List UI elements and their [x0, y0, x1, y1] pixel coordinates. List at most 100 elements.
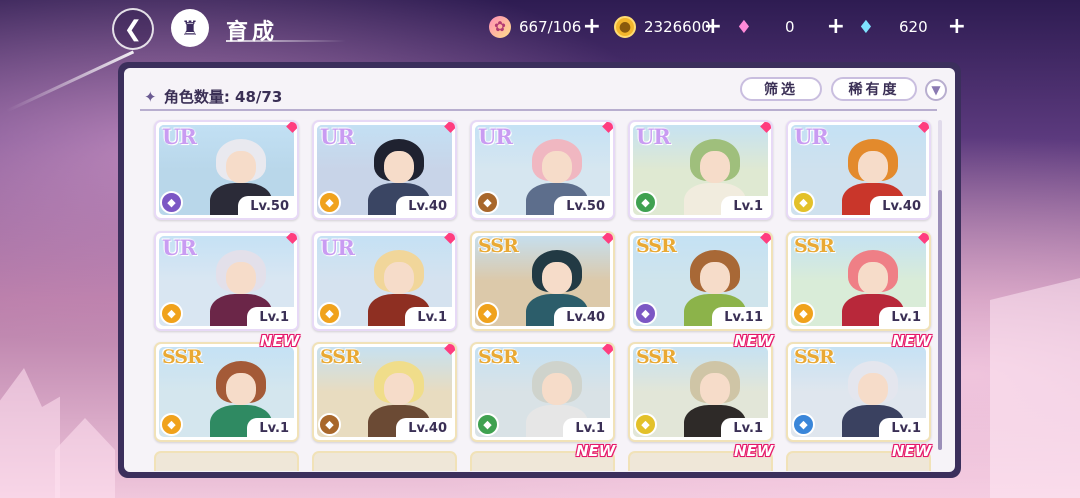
character-card[interactable]: SSR ◆ Lv.1 [470, 342, 615, 442]
attribute-icon: ◆ [160, 191, 183, 214]
diamond-counter: ♦ 620 + [855, 16, 966, 38]
candy-counter: ✿ 667/106 + [489, 16, 601, 38]
character-card[interactable]: UR ◆ Lv.50 [470, 120, 615, 220]
character-face [700, 262, 731, 294]
add-diamond-button[interactable]: + [948, 16, 966, 38]
pink-gem-icon: ♦ [735, 16, 753, 38]
character-count-label: 角色数量: [163, 88, 230, 106]
character-face [542, 151, 573, 183]
character-face [384, 262, 415, 294]
level-label: Lv.40 [396, 196, 455, 218]
new-badge: NEW [734, 442, 774, 460]
filter-button[interactable]: 筛选 [740, 77, 822, 101]
new-badge: NEW [260, 332, 300, 350]
character-face [542, 373, 573, 405]
attribute-icon: ◆ [318, 413, 341, 436]
candy-icon: ✿ [489, 16, 511, 38]
attribute-icon: ◆ [792, 302, 815, 325]
background-decoration [990, 278, 1080, 498]
back-arrow-icon: ❮ [123, 16, 143, 42]
scrollbar[interactable] [938, 120, 942, 450]
level-label: Lv.40 [554, 307, 613, 329]
attribute-icon: ◆ [160, 413, 183, 436]
title-flourish [226, 40, 346, 42]
level-label: Lv.1 [563, 418, 613, 440]
attribute-icon: ◆ [792, 191, 815, 214]
pink-gem-value: 0 [785, 18, 795, 36]
rarity-label: UR [320, 124, 355, 149]
character-card[interactable]: SSR ◆ Lv.1 [154, 342, 299, 442]
attribute-icon: ◆ [160, 302, 183, 325]
sort-order-button[interactable]: ▼ [925, 79, 947, 101]
level-label: Lv.50 [238, 196, 297, 218]
level-label: Lv.1 [247, 307, 297, 329]
add-coin-button[interactable]: + [704, 16, 722, 38]
character-face [700, 373, 731, 405]
character-card[interactable]: UR ◆ Lv.50 [154, 120, 299, 220]
character-face [226, 262, 257, 294]
rarity-label: UR [320, 235, 355, 260]
rarity-label: SSR [636, 235, 677, 257]
coin-counter: ● 2326600 + [614, 16, 722, 38]
character-card[interactable]: SSR ◆ Lv.1 [786, 342, 931, 442]
sparkle-icon: ✦ [144, 88, 157, 106]
level-label: Lv.1 [721, 418, 771, 440]
attribute-icon: ◆ [634, 191, 657, 214]
castle-silhouette [0, 368, 60, 498]
attribute-icon: ◆ [318, 302, 341, 325]
attribute-icon: ◆ [476, 191, 499, 214]
character-face [700, 151, 731, 183]
rarity-label: UR [162, 124, 197, 149]
new-badge: NEW [576, 442, 616, 460]
character-card[interactable]: UR ◆ Lv.1 [154, 231, 299, 331]
character-card[interactable]: UR ◆ Lv.40 [312, 120, 457, 220]
diamond-value: 620 [899, 18, 928, 36]
character-card[interactable]: SSR ◆ Lv.40 [470, 231, 615, 331]
level-label: Lv.1 [247, 418, 297, 440]
rarity-label: SSR [636, 346, 677, 368]
character-face [226, 373, 257, 405]
level-label: Lv.11 [712, 307, 771, 329]
character-face [858, 373, 889, 405]
home-button[interactable]: ♜ [171, 9, 209, 47]
header-divider [140, 109, 937, 111]
level-label: Lv.40 [396, 418, 455, 440]
character-card[interactable]: UR ◆ Lv.1 [312, 231, 457, 331]
character-face [384, 373, 415, 405]
new-badge: NEW [892, 332, 932, 350]
character-card[interactable]: UR ◆ Lv.40 [786, 120, 931, 220]
new-badge: NEW [734, 332, 774, 350]
castle-icon: ♜ [181, 16, 199, 40]
character-face [858, 151, 889, 183]
rarity-label: SSR [794, 235, 835, 257]
character-face [542, 262, 573, 294]
scrollbar-thumb[interactable] [938, 190, 942, 450]
rarity-label: UR [162, 235, 197, 260]
rarity-label: SSR [478, 346, 519, 368]
character-card[interactable]: SSR ◆ Lv.1 [786, 231, 931, 331]
candy-value: 667/106 [519, 18, 582, 36]
rarity-label: SSR [794, 346, 835, 368]
character-card-partial[interactable] [312, 451, 457, 471]
character-card[interactable]: SSR ◆ Lv.40 [312, 342, 457, 442]
level-label: Lv.40 [870, 196, 929, 218]
attribute-icon: ◆ [318, 191, 341, 214]
character-face [858, 262, 889, 294]
character-panel: ✦ 角色数量: 48/73 筛选 稀有度 ▼ UR ◆ Lv.50 UR ◆ Lv.40 U… [118, 62, 961, 478]
diamond-icon: ♦ [857, 16, 875, 38]
rarity-label: UR [636, 124, 671, 149]
character-card[interactable]: SSR ◆ Lv.11 [628, 231, 773, 331]
rarity-label: UR [794, 124, 829, 149]
character-card[interactable]: UR ◆ Lv.1 [628, 120, 773, 220]
attribute-icon: ◆ [476, 302, 499, 325]
castle-silhouette [55, 418, 115, 498]
character-count: ✦ 角色数量: 48/73 [144, 86, 282, 107]
character-face [226, 151, 257, 183]
coin-icon: ● [614, 16, 636, 38]
add-candy-button[interactable]: + [583, 16, 601, 38]
character-card[interactable]: SSR ◆ Lv.1 [628, 342, 773, 442]
add-pink-gem-button[interactable]: + [827, 16, 845, 38]
character-card-partial[interactable] [154, 451, 299, 471]
back-button[interactable]: ❮ [112, 8, 154, 50]
rarity-sort-button[interactable]: 稀有度 [831, 77, 917, 101]
